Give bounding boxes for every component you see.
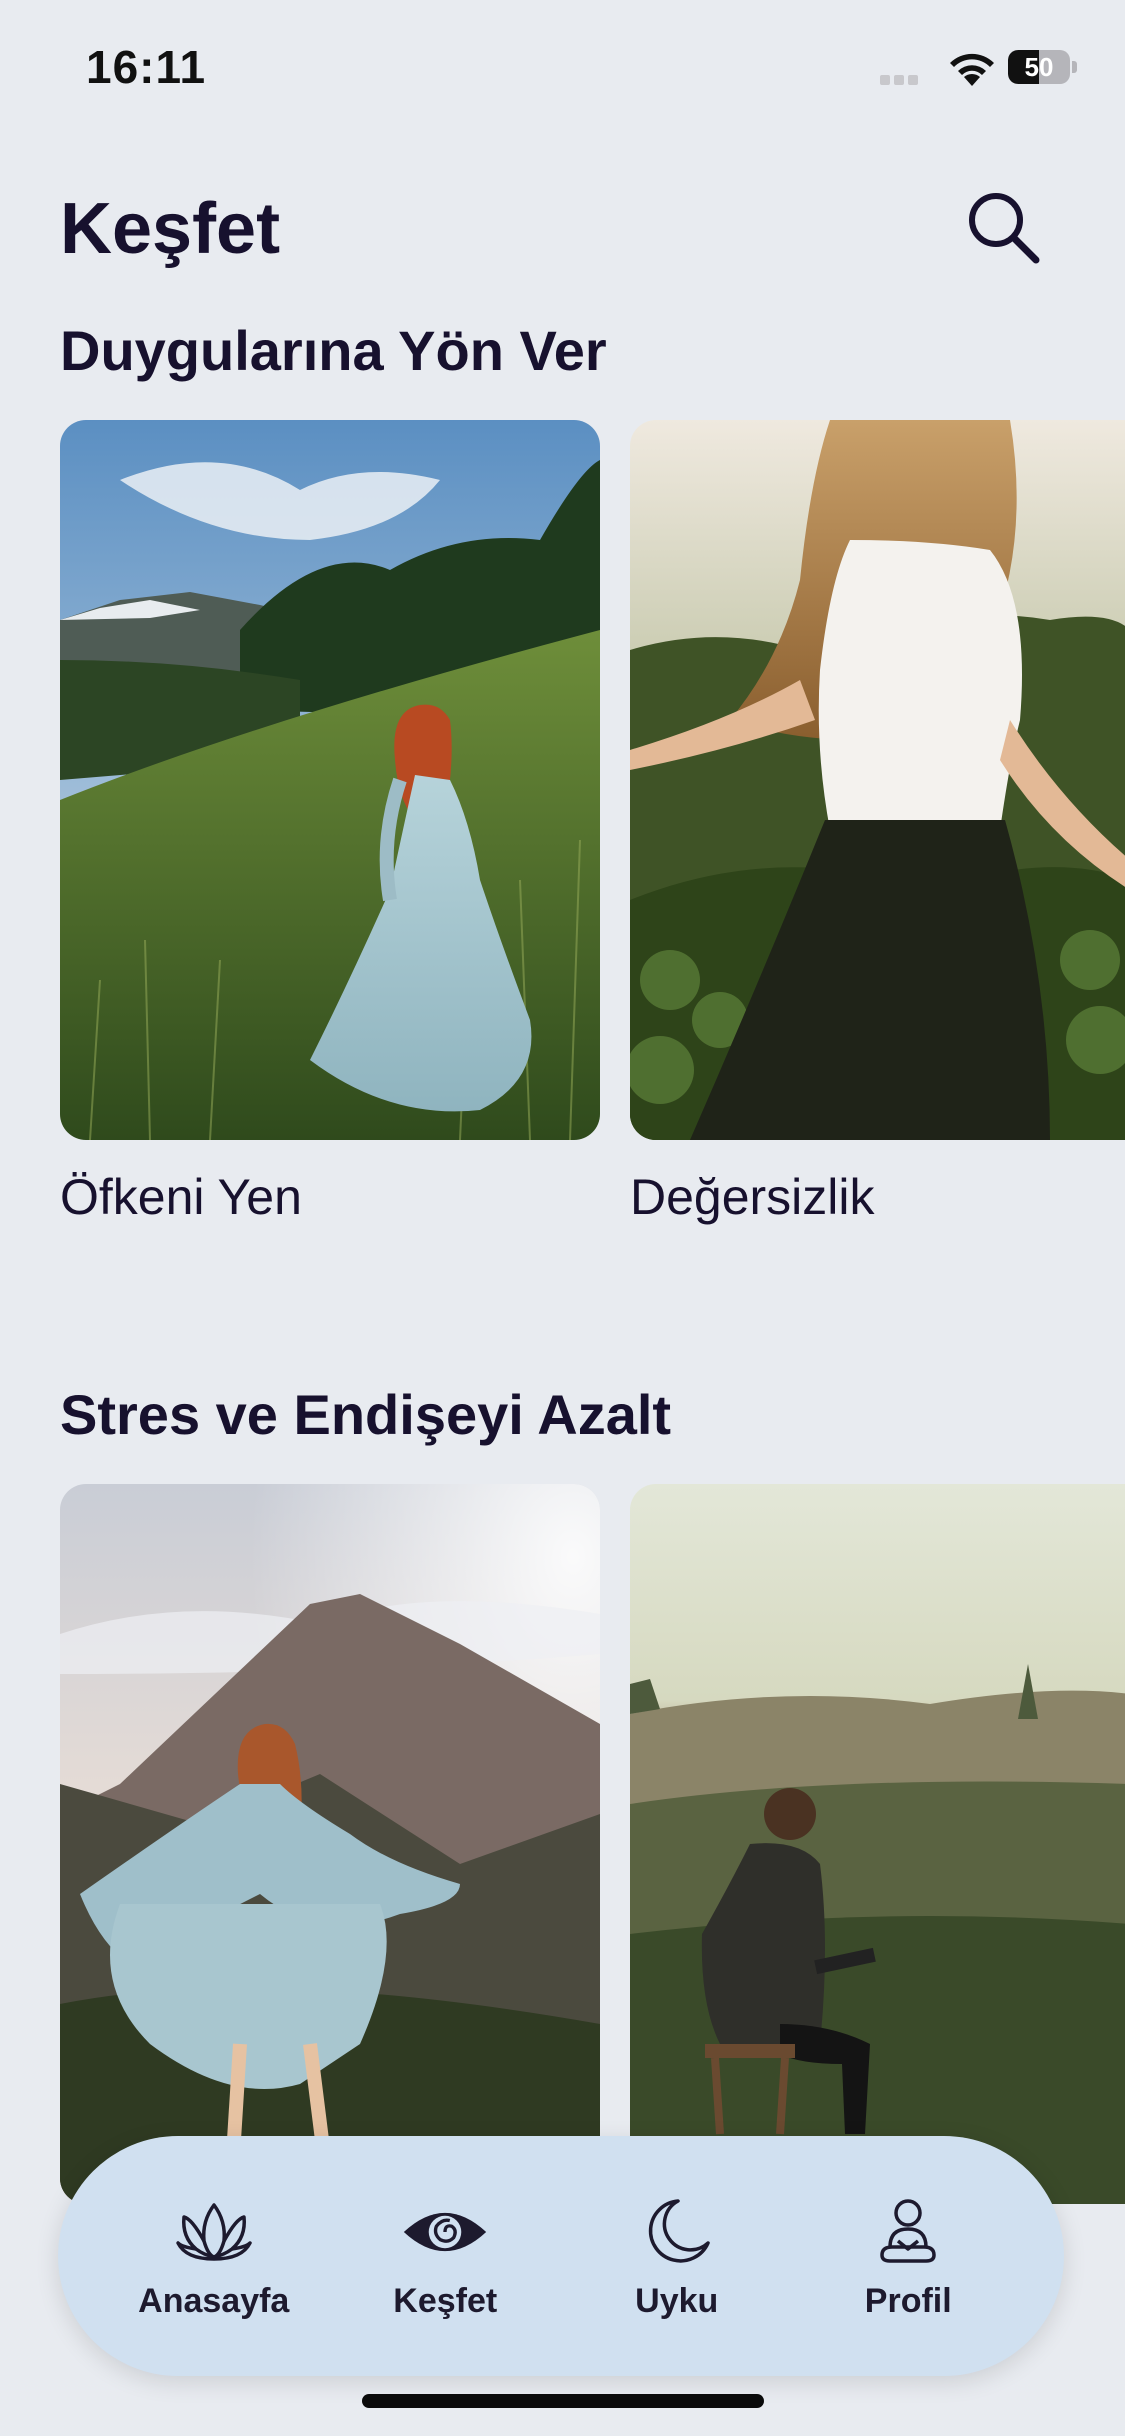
tab-explore[interactable]: Keşfet <box>345 2192 545 2321</box>
lotus-icon <box>169 2192 259 2272</box>
tab-label-explore: Keşfet <box>393 2281 498 2320</box>
tab-home[interactable]: Anasayfa <box>114 2192 314 2321</box>
card-stress-1[interactable] <box>60 1484 600 2204</box>
tab-label-sleep: Uyku <box>635 2281 719 2320</box>
section-title-stress: Stres ve Endişeyi Azalt <box>60 1383 672 1446</box>
status-time: 16:11 <box>86 41 207 93</box>
card-worthlessness[interactable] <box>630 420 1125 1140</box>
card-image-woman-sunset-mountain <box>60 1484 600 2204</box>
card-image-man-reading-meadow <box>630 1484 1125 2204</box>
page-title: Keşfet <box>60 189 281 269</box>
status-bar: 16:11 50 <box>0 0 1125 140</box>
moon-icon <box>632 2192 722 2272</box>
bottom-tab-bar: Anasayfa Keşfet Uyku Profil <box>58 2136 1064 2376</box>
tab-sleep[interactable]: Uyku <box>577 2192 777 2321</box>
card-image-woman-field <box>630 420 1125 1140</box>
search-icon <box>969 193 1040 264</box>
search-button[interactable] <box>964 188 1042 266</box>
battery-level: 50 <box>1024 52 1054 82</box>
explore-screen: 16:11 50 Keşfet Duygularına Yön Ver Öfke… <box>0 0 1125 2436</box>
wifi-icon <box>946 48 998 88</box>
card-anger[interactable] <box>60 420 600 1140</box>
battery-icon: 50 <box>1008 48 1078 88</box>
eye-icon <box>400 2192 490 2272</box>
card-image-woman-hillside <box>60 420 600 1140</box>
card-label-anger: Öfkeni Yen <box>60 1169 302 1225</box>
meditation-person-icon <box>863 2192 953 2272</box>
tab-label-profile: Profil <box>864 2281 952 2320</box>
card-stress-2[interactable] <box>630 1484 1125 2204</box>
cellular-signal-icon <box>880 72 936 85</box>
card-label-worthlessness: Değersizlik <box>630 1169 875 1225</box>
tab-label-home: Anasayfa <box>138 2281 290 2320</box>
section-title-emotions: Duygularına Yön Ver <box>60 319 607 382</box>
home-indicator <box>362 2394 764 2408</box>
tab-profile[interactable]: Profil <box>808 2192 1008 2321</box>
